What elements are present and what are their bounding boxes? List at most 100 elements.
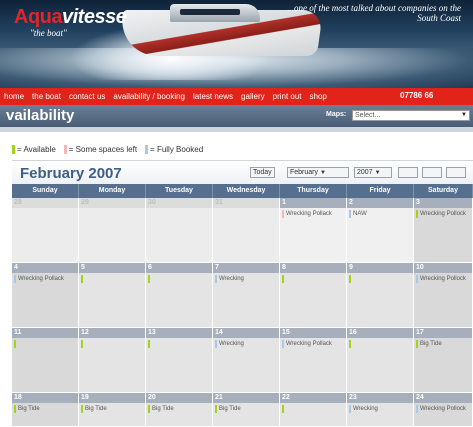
calendar-day-cell[interactable]: 2 NAW — [347, 198, 414, 263]
maps-select[interactable]: Select... ▼ — [352, 110, 470, 121]
calendar-event[interactable] — [79, 340, 145, 348]
calendar-event[interactable]: Big Tide — [12, 405, 78, 413]
site-logo[interactable]: Aquavitesse — [14, 6, 127, 29]
month-select[interactable]: February ▼ — [287, 167, 349, 178]
calendar-day-number: 17 — [414, 328, 472, 338]
calendar-event[interactable]: Big Tide — [213, 405, 279, 413]
calendar-event[interactable]: Wrecking Pollack — [12, 275, 78, 283]
nav-the-boat[interactable]: the boat — [28, 92, 65, 101]
calendar-day-number: 3 — [414, 198, 472, 208]
availability-indicator — [416, 340, 418, 348]
availability-indicator — [282, 210, 284, 218]
nav-latest-news[interactable]: latest news — [189, 92, 237, 101]
calendar-day-cell[interactable]: 15 Wrecking Pollack — [280, 328, 347, 393]
calendar-event[interactable] — [280, 275, 346, 283]
calendar-day-number: 29 — [79, 198, 145, 208]
calendar-day-cell[interactable]: 11 — [12, 328, 79, 393]
availability-indicator — [416, 275, 418, 283]
calendar-day-cell[interactable]: 21 Big Tide — [213, 393, 280, 427]
weekday-monday: Monday — [79, 184, 146, 198]
calendar-day-cell[interactable]: 24 Wrecking Pollock — [414, 393, 473, 427]
calendar-day-cell[interactable]: 17 Big Tide — [414, 328, 473, 393]
year-select[interactable]: 2007 ▼ — [354, 167, 392, 178]
calendar-event[interactable]: Wrecking Pollock — [414, 210, 472, 218]
calendar-day-cell[interactable]: 23 Wrecking — [347, 393, 414, 427]
calendar-event[interactable] — [347, 340, 413, 348]
calendar-day-cell[interactable]: 20 Big Tide — [146, 393, 213, 427]
calendar-event[interactable] — [146, 340, 212, 348]
calendar-event[interactable]: Wrecking Pollock — [414, 405, 472, 413]
nav-home[interactable]: home — [0, 92, 28, 101]
availability-indicator — [282, 275, 284, 283]
calendar-event[interactable]: Wrecking — [213, 275, 279, 283]
calendar-day-number: 8 — [280, 263, 346, 273]
nav-gallery[interactable]: gallery — [237, 92, 269, 101]
nav-print-out[interactable]: print out — [269, 92, 306, 101]
calendar-event[interactable]: Big Tide — [79, 405, 145, 413]
calendar-day-cell[interactable]: 6 — [146, 263, 213, 328]
availability-indicator — [14, 275, 16, 283]
nav-availability-booking[interactable]: availability / booking — [109, 92, 189, 101]
calendar-event[interactable]: Wrecking — [213, 340, 279, 348]
calendar-day-cell[interactable]: 18 Big Tide — [12, 393, 79, 427]
calendar-event[interactable]: Wrecking Pollack — [280, 340, 346, 348]
prev-button[interactable] — [398, 167, 418, 178]
legend-fully-booked: = Fully Booked — [145, 145, 203, 154]
print-button[interactable] — [446, 167, 466, 178]
calendar-event[interactable]: NAW — [347, 210, 413, 218]
calendar-day-number: 2 — [347, 198, 413, 208]
calendar-day-cell[interactable]: 14 Wrecking — [213, 328, 280, 393]
availability-indicator — [81, 405, 83, 413]
calendar-day-cell[interactable]: 9 — [347, 263, 414, 328]
calendar-day-number: 14 — [213, 328, 279, 338]
calendar-day-cell: 30 — [146, 198, 213, 263]
calendar-day-cell[interactable]: 10 Wrecking Pollock — [414, 263, 473, 328]
calendar-day-number: 10 — [414, 263, 472, 273]
weekday-thursday: Thursday — [280, 184, 347, 198]
calendar-event-label: Big Tide — [219, 406, 241, 412]
calendar-day-cell[interactable]: 22 — [280, 393, 347, 427]
calendar-event[interactable] — [12, 340, 78, 348]
calendar-day-cell[interactable]: 13 — [146, 328, 213, 393]
calendar-event[interactable]: Big Tide — [414, 340, 472, 348]
calendar-event[interactable] — [347, 275, 413, 283]
calendar-day-number: 16 — [347, 328, 413, 338]
calendar-day-number: 6 — [146, 263, 212, 273]
calendar-event[interactable]: Wrecking Pollack — [280, 210, 346, 218]
calendar-day-cell[interactable]: 4 Wrecking Pollack — [12, 263, 79, 328]
calendar-day-cell[interactable]: 16 — [347, 328, 414, 393]
calendar-event[interactable] — [280, 405, 346, 413]
calendar-event[interactable]: Big Tide — [146, 405, 212, 413]
availability-indicator — [349, 405, 351, 413]
calendar-day-cell[interactable]: 12 — [79, 328, 146, 393]
calendar-event-label: Wrecking — [353, 406, 378, 412]
availability-indicator — [14, 405, 16, 413]
nav-shop[interactable]: shop — [306, 92, 331, 101]
calendar-day-cell[interactable]: 1 Wrecking Pollack — [280, 198, 347, 263]
nav-contact-us[interactable]: contact us — [65, 92, 109, 101]
availability-indicator — [148, 405, 150, 413]
calendar-event[interactable] — [79, 275, 145, 283]
calendar-event-label: Wrecking Pollack — [18, 276, 64, 282]
calendar-day-cell[interactable]: 7 Wrecking — [213, 263, 280, 328]
calendar-event-label: NAW — [353, 211, 367, 217]
availability-indicator — [81, 275, 83, 283]
availability-indicator — [349, 340, 351, 348]
calendar-day-cell[interactable]: 3 Wrecking Pollock — [414, 198, 473, 263]
calendar-event-label: Big Tide — [18, 406, 40, 412]
today-button[interactable]: Today — [250, 167, 275, 178]
maps-label: Maps: — [326, 111, 347, 118]
calendar-weeks: 28 29 30 31 1 Wrecking Pollack 2 NAW 3 Wrecking P… — [12, 198, 473, 427]
calendar-event[interactable]: Wrecking Pollock — [414, 275, 472, 283]
next-button[interactable] — [422, 167, 442, 178]
calendar-day-cell[interactable]: 8 — [280, 263, 347, 328]
today-label: Today — [253, 169, 272, 176]
calendar-day-cell[interactable]: 19 Big Tide — [79, 393, 146, 427]
weekday-sunday: Sunday — [12, 184, 79, 198]
weekday-saturday: Saturday — [414, 184, 473, 198]
calendar-event[interactable]: Wrecking — [347, 405, 413, 413]
calendar-day-cell[interactable]: 5 — [79, 263, 146, 328]
calendar-event[interactable] — [146, 275, 212, 283]
calendar-day-number: 7 — [213, 263, 279, 273]
calendar-event-label: Big Tide — [85, 406, 107, 412]
